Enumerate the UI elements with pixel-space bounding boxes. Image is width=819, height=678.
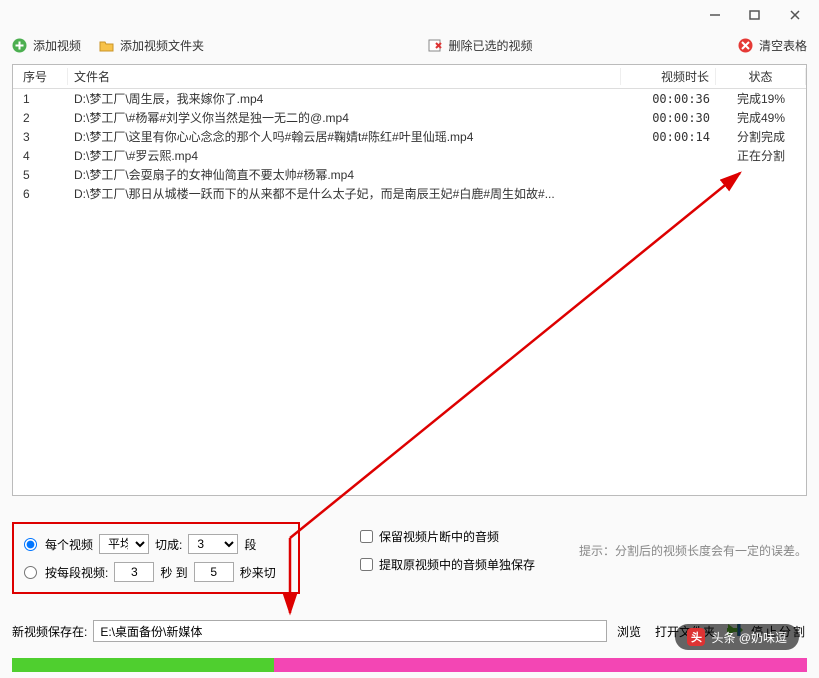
cell-duration: 00:00:30 bbox=[621, 111, 716, 125]
watermark: 头 头条 @奶味逗 bbox=[675, 624, 799, 650]
minimize-button[interactable] bbox=[709, 9, 721, 21]
cell-filename: D:\梦工厂\那日从城楼一跃而下的从来都不是什么太子妃，而是南辰王妃#白鹿#周生… bbox=[68, 185, 621, 202]
maximize-button[interactable] bbox=[749, 9, 761, 21]
clear-icon bbox=[738, 38, 753, 53]
audio-options: 保留视频片断中的音频 提取原视频中的音频单独保存 bbox=[360, 522, 535, 578]
mode-seconds-row: 按每段视频: 秒 到 秒来切 bbox=[24, 558, 288, 586]
col-filename[interactable]: 文件名 bbox=[68, 68, 621, 85]
video-table: 序号 文件名 视频时长 状态 1D:\梦工厂\周生辰，我来嫁你了.mp400:0… bbox=[12, 64, 807, 496]
browse-button[interactable]: 浏览 bbox=[613, 623, 645, 640]
save-path-input[interactable] bbox=[93, 620, 607, 642]
delete-selected-button[interactable]: 删除已选的视频 bbox=[428, 37, 533, 54]
cell-filename: D:\梦工厂\#杨幂#刘学义你当然是独一无二的@.mp4 bbox=[68, 109, 621, 126]
clear-table-label: 清空表格 bbox=[759, 37, 807, 54]
cell-index: 4 bbox=[13, 149, 68, 163]
table-row[interactable]: 5D:\梦工厂\会耍扇子的女神仙简直不要太帅#杨幂.mp4 bbox=[13, 165, 806, 184]
cut-into-label: 切成: bbox=[155, 536, 182, 553]
app-window: 添加视频 添加视频文件夹 删除已选的视频 清空表格 序号 文件名 视频时长 状态… bbox=[0, 0, 819, 678]
seconds-from-input[interactable] bbox=[114, 562, 154, 582]
segments-select[interactable]: 3 bbox=[188, 534, 238, 554]
cell-filename: D:\梦工厂\会耍扇子的女神仙简直不要太帅#杨幂.mp4 bbox=[68, 166, 621, 183]
save-label: 新视频保存在: bbox=[12, 623, 87, 640]
sec-cut-label: 秒来切 bbox=[240, 564, 276, 581]
cell-index: 5 bbox=[13, 168, 68, 182]
sec-to-label: 秒 到 bbox=[160, 564, 187, 581]
cell-filename: D:\梦工厂\周生辰，我来嫁你了.mp4 bbox=[68, 90, 621, 107]
cell-status: 完成19% bbox=[716, 90, 806, 107]
cell-status: 分割完成 bbox=[716, 128, 806, 145]
mode-average-radio[interactable] bbox=[24, 538, 37, 551]
cell-index: 6 bbox=[13, 187, 68, 201]
options-panel: 每个视频 平均 切成: 3 段 按每段视频: 秒 到 秒来切 保留视频片断中的音… bbox=[12, 522, 807, 594]
mode-average-row: 每个视频 平均 切成: 3 段 bbox=[24, 530, 288, 558]
toolbar: 添加视频 添加视频文件夹 删除已选的视频 清空表格 bbox=[0, 30, 819, 60]
hint-text: 提示：分割后的视频长度会有一定的误差。 bbox=[579, 542, 807, 559]
watermark-logo-icon: 头 bbox=[687, 628, 705, 646]
table-row[interactable]: 2D:\梦工厂\#杨幂#刘学义你当然是独一无二的@.mp400:00:30完成4… bbox=[13, 108, 806, 127]
cell-index: 1 bbox=[13, 92, 68, 106]
progress-done bbox=[12, 658, 274, 672]
cell-status: 完成49% bbox=[716, 109, 806, 126]
titlebar bbox=[0, 0, 819, 30]
cell-index: 3 bbox=[13, 130, 68, 144]
close-button[interactable] bbox=[789, 9, 801, 21]
each-video-label: 每个视频 bbox=[45, 536, 93, 553]
by-segment-label: 按每段视频: bbox=[45, 564, 108, 581]
cell-filename: D:\梦工厂\这里有你心心念念的那个人吗#翰云居#鞠婧t#陈红#叶里仙瑶.mp4 bbox=[68, 128, 621, 145]
add-video-label: 添加视频 bbox=[33, 37, 81, 54]
avg-select[interactable]: 平均 bbox=[99, 534, 149, 554]
delete-icon bbox=[428, 38, 443, 53]
table-row[interactable]: 4D:\梦工厂\#罗云熙.mp4 正在分割 bbox=[13, 146, 806, 165]
table-header: 序号 文件名 视频时长 状态 bbox=[13, 65, 806, 89]
delete-selected-label: 删除已选的视频 bbox=[449, 37, 533, 54]
col-duration[interactable]: 视频时长 bbox=[621, 68, 716, 85]
split-mode-group: 每个视频 平均 切成: 3 段 按每段视频: 秒 到 秒来切 bbox=[12, 522, 300, 594]
segment-suffix: 段 bbox=[244, 536, 256, 553]
cell-duration: 00:00:36 bbox=[621, 92, 716, 106]
clear-table-button[interactable]: 清空表格 bbox=[738, 37, 807, 54]
extract-audio-label: 提取原视频中的音频单独保存 bbox=[379, 556, 535, 573]
cell-index: 2 bbox=[13, 111, 68, 125]
cell-filename: D:\梦工厂\#罗云熙.mp4 bbox=[68, 147, 621, 164]
cell-status: 正在分割 bbox=[716, 147, 806, 164]
table-body: 1D:\梦工厂\周生辰，我来嫁你了.mp400:00:36完成19%2D:\梦工… bbox=[13, 89, 806, 203]
add-video-button[interactable]: 添加视频 bbox=[12, 37, 81, 54]
col-status[interactable]: 状态 bbox=[716, 68, 806, 85]
add-folder-label: 添加视频文件夹 bbox=[120, 37, 204, 54]
folder-icon bbox=[99, 38, 114, 53]
add-folder-button[interactable]: 添加视频文件夹 bbox=[99, 37, 204, 54]
plus-icon bbox=[12, 38, 27, 53]
seconds-to-input[interactable] bbox=[194, 562, 234, 582]
progress-remaining bbox=[274, 658, 807, 672]
progress-bar bbox=[12, 658, 807, 672]
table-row[interactable]: 6D:\梦工厂\那日从城楼一跃而下的从来都不是什么太子妃，而是南辰王妃#白鹿#周… bbox=[13, 184, 806, 203]
table-row[interactable]: 1D:\梦工厂\周生辰，我来嫁你了.mp400:00:36完成19% bbox=[13, 89, 806, 108]
cell-duration: 00:00:14 bbox=[621, 130, 716, 144]
mode-seconds-radio[interactable] bbox=[24, 566, 37, 579]
col-index[interactable]: 序号 bbox=[13, 68, 68, 85]
keep-audio-checkbox[interactable] bbox=[360, 530, 373, 543]
watermark-text: 头条 @奶味逗 bbox=[711, 629, 787, 646]
table-row[interactable]: 3D:\梦工厂\这里有你心心念念的那个人吗#翰云居#鞠婧t#陈红#叶里仙瑶.mp… bbox=[13, 127, 806, 146]
keep-audio-label: 保留视频片断中的音频 bbox=[379, 528, 499, 545]
extract-audio-checkbox[interactable] bbox=[360, 558, 373, 571]
